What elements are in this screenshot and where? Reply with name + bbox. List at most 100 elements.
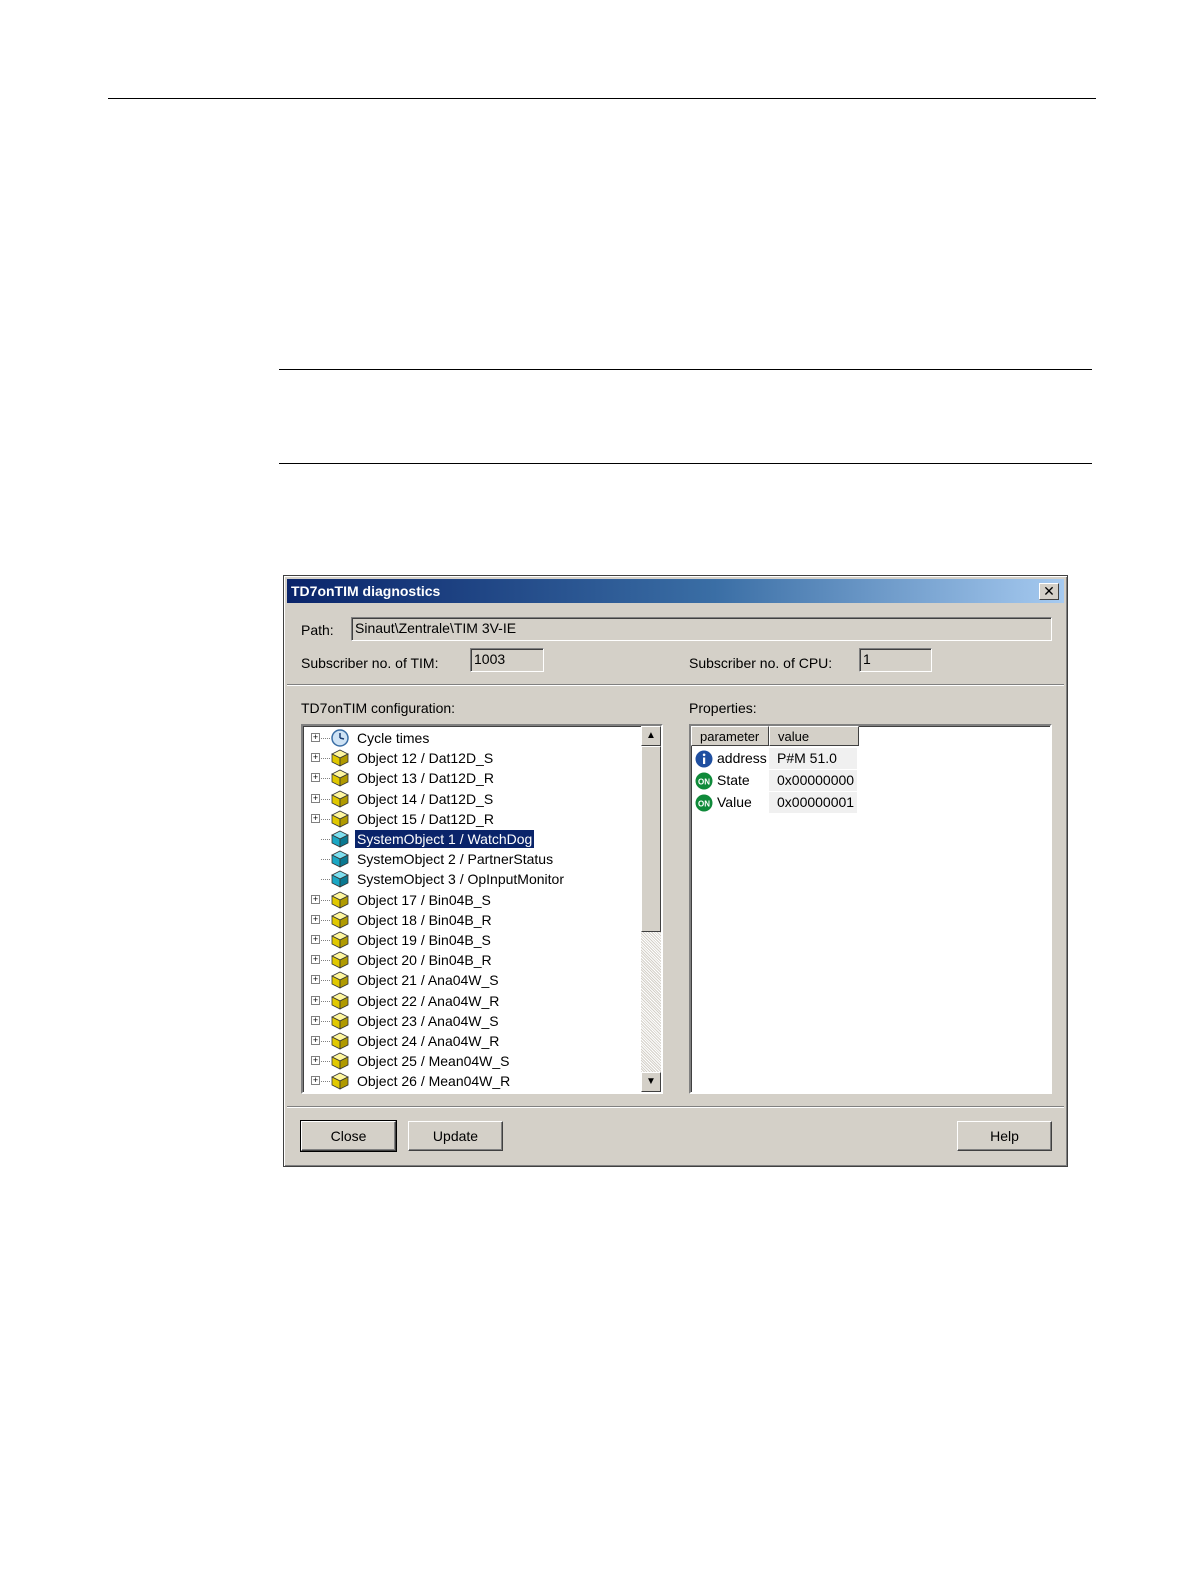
tree-connector [321,778,330,780]
property-name: Value [717,794,752,810]
yellow-cube-icon [331,931,349,949]
path-field: Sinaut\Zentrale\TIM 3V-IE [351,617,1052,641]
tree-item[interactable]: + Object 14 / Dat12D_S [307,789,637,809]
tree-item-label: Cycle times [357,730,430,746]
expand-icon[interactable]: + [311,753,320,763]
tree-item-label: Object 24 / Ana04W_R [357,1033,500,1049]
configuration-tree[interactable]: + Cycle times + Object 12 / Dat12D_S + Object… [301,724,663,1094]
expand-icon[interactable]: + [311,1056,320,1066]
close-button[interactable]: Close [300,1120,397,1152]
tree-item-label: Object 23 / Ana04W_S [357,1012,499,1029]
diagnostics-dialog: TD7onTIM diagnostics ✕ Path: Sinaut\Zent… [283,575,1068,1167]
tree-connector [321,1000,330,1002]
teal-cube-icon [331,870,349,889]
property-row[interactable]: ON State 0x00000000 [691,770,1031,792]
yellow-cube-icon [331,749,349,767]
property-value: P#M 51.0 [769,748,857,769]
tree-item[interactable]: + Object 17 / Bin04B_S [307,890,637,910]
column-header-value[interactable]: value [769,726,859,746]
tree-connector [321,1061,330,1063]
tree-item[interactable]: + Object 21 / Ana04W_S [307,970,637,990]
yellow-cube-icon [331,1032,349,1050]
tree-connector [321,1041,330,1042]
dialog-titlebar[interactable]: TD7onTIM diagnostics ✕ [287,579,1064,603]
tree-item-label: Object 14 / Dat12D_S [357,790,494,807]
tree-connector [321,899,330,901]
info-icon [695,750,713,768]
scroll-down-icon[interactable]: ▼ [641,1072,661,1092]
expand-icon[interactable]: + [311,914,320,924]
tree-item[interactable]: + Object 26 / Mean04W_R [307,1071,637,1091]
expand-icon[interactable]: + [311,955,320,965]
tree-connector [321,738,330,739]
property-value: 0x00000000 [769,770,857,791]
tree-item-label: Object 18 / Bin04B_R [357,911,492,928]
teal-cube-icon [331,830,349,848]
yellow-cube-icon [331,790,349,808]
tree-item-label: Object 13 / Dat12D_R [357,770,494,787]
expand-icon[interactable]: + [311,935,320,944]
note-bottom-rule [279,463,1092,464]
expand-icon[interactable]: + [311,1036,320,1045]
page-top-rule [108,98,1096,99]
tree-item[interactable]: + Object 20 / Bin04B_R [307,950,637,970]
tree-item-label: Object 26 / Mean04W_R [357,1073,511,1090]
tree-item-label: SystemObject 1 / WatchDog [353,829,536,849]
tree-connector [321,1020,330,1022]
expand-icon[interactable]: + [311,793,320,803]
scroll-up-icon[interactable]: ▲ [641,726,661,746]
expand-icon[interactable]: + [311,1076,320,1086]
properties-list[interactable]: parameter value address P#M 51.0 ON State 0x… [689,724,1052,1094]
help-button[interactable]: Help [957,1121,1052,1151]
tree-item[interactable]: + Object 12 / Dat12D_S [307,748,637,768]
on-status-icon: ON [695,772,713,790]
property-value: 0x00000001 [769,792,857,813]
svg-text:ON: ON [698,777,710,786]
tree-item[interactable]: + Object 24 / Ana04W_R [307,1031,637,1051]
tree-item-label: Object 22 / Ana04W_R [357,992,500,1009]
expand-icon[interactable]: + [311,975,320,985]
tree-item[interactable]: + Object 19 / Bin04B_S [307,930,637,950]
property-row[interactable]: address P#M 51.0 [691,748,1031,770]
property-name: State [717,772,750,788]
expand-icon[interactable]: + [311,813,320,823]
tree-item[interactable]: SystemObject 1 / WatchDog [307,829,637,849]
tree-item[interactable]: + Object 13 / Dat12D_R [307,768,637,788]
tree-connector [321,839,330,840]
tree-item-label: Object 21 / Ana04W_S [357,972,499,989]
tree-connector [321,859,330,861]
column-header-parameter[interactable]: parameter [691,726,769,746]
expand-icon[interactable]: + [311,773,320,783]
tree-item-label: Object 15 / Dat12D_R [357,810,494,827]
tree-connector [321,798,330,800]
update-button[interactable]: Update [408,1121,503,1151]
tree-item[interactable]: + Object 15 / Dat12D_R [307,809,637,829]
tree-item[interactable]: + Object 22 / Ana04W_R [307,991,637,1011]
scroll-thumb[interactable] [641,746,661,932]
yellow-cube-icon [331,911,349,929]
property-row[interactable]: ON Value 0x00000001 [691,792,1031,814]
yellow-cube-icon [331,810,349,828]
expand-icon[interactable]: + [311,1015,320,1025]
tree-item[interactable]: + Cycle times [307,728,637,748]
tree-item[interactable]: + Object 23 / Ana04W_S [307,1011,637,1031]
tree-connector [321,758,330,760]
tree-item[interactable]: + Object 25 / Mean04W_S [307,1051,637,1071]
tree-item[interactable]: SystemObject 2 / PartnerStatus [307,849,637,869]
tree-connector [321,818,330,820]
expand-icon[interactable]: + [311,894,320,904]
yellow-cube-icon [331,1072,349,1091]
yellow-cube-icon [331,1012,349,1030]
tree-item[interactable]: SystemObject 3 / OpInputMonitor [307,869,637,889]
tree-item[interactable]: + Object 18 / Bin04B_R [307,910,637,930]
close-icon[interactable]: ✕ [1039,583,1059,600]
tree-scrollbar[interactable]: ▲ ▼ [641,726,661,1092]
expand-icon[interactable]: + [311,995,320,1005]
path-label: Path: [301,622,334,638]
note-top-rule [279,369,1092,370]
expand-icon[interactable]: + [311,733,320,742]
yellow-cube-icon [331,971,349,990]
clock-icon [331,729,349,747]
separator [287,1106,1064,1108]
yellow-cube-icon [331,1052,349,1070]
